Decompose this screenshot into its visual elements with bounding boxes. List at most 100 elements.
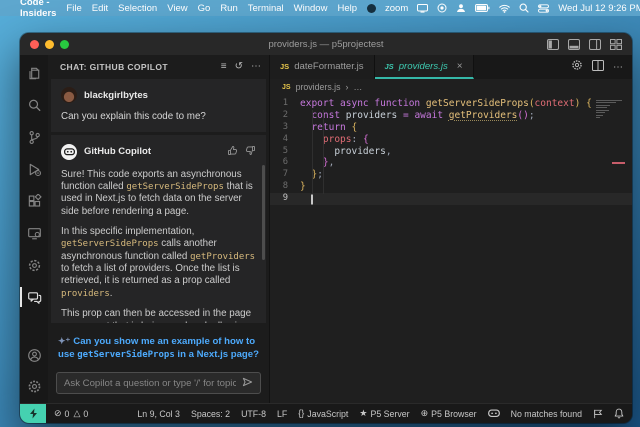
tab-label: dateFormatter.js <box>294 61 363 72</box>
menu-item[interactable]: Go <box>198 3 211 14</box>
code-line: 6 }, <box>270 157 632 169</box>
chat-history-icon[interactable]: ↺ <box>235 62 243 72</box>
search-icon[interactable] <box>22 94 46 116</box>
customize-layout-icon[interactable] <box>610 39 622 50</box>
chat-paragraph: In this specific implementation, getServ… <box>61 226 256 300</box>
breadcrumb-separator: › <box>346 82 349 92</box>
copilot-paragraphs: Sure! This code exports an asynchronous … <box>61 169 256 326</box>
chat-paragraph: Sure! This code exports an asynchronous … <box>61 169 256 218</box>
breadcrumb-symbol[interactable]: … <box>353 82 362 92</box>
code-line: 3 return { <box>270 122 632 134</box>
clear-chat-icon[interactable]: ≡ <box>221 62 227 72</box>
chat-input-box[interactable] <box>56 372 261 394</box>
chat-panel-header: CHAT: GITHUB COPILOT ≡ ↺ ⋯ <box>48 55 269 79</box>
run-debug-icon[interactable] <box>22 158 46 180</box>
followup-suggestion[interactable]: ✦⁺Can you show me an example of how to u… <box>48 326 269 368</box>
spotlight-search-icon[interactable] <box>519 3 529 13</box>
account-icon[interactable] <box>22 344 46 366</box>
menu-item[interactable]: Run <box>220 3 237 14</box>
menu-item[interactable]: Edit <box>92 3 108 14</box>
thumbs-up-icon[interactable] <box>227 143 238 161</box>
editor-more-actions-icon[interactable]: ⋯ <box>613 62 623 73</box>
error-count: 0 <box>65 409 70 419</box>
fast-user-switch-icon[interactable] <box>456 3 466 13</box>
feedback-icon[interactable] <box>593 409 603 419</box>
close-window-button[interactable] <box>30 40 39 49</box>
problems-errors[interactable]: ⊘ 0 <box>54 409 69 419</box>
thumbs-down-icon[interactable] <box>245 143 256 161</box>
line-number: 8 <box>270 181 300 193</box>
braces-icon: {} <box>298 409 304 418</box>
send-icon[interactable] <box>242 374 253 392</box>
tab-dateformatter[interactable]: JS dateFormatter.js <box>270 55 375 79</box>
chat-sidebar: CHAT: GITHUB COPILOT ≡ ↺ ⋯ blackgirlbyte… <box>48 55 270 403</box>
remote-indicator[interactable] <box>20 404 46 423</box>
menu-item[interactable]: File <box>66 3 81 14</box>
close-tab-icon[interactable]: × <box>457 61 463 72</box>
suggestion-text[interactable]: Can you show me an example of how to use… <box>58 336 259 360</box>
menu-item[interactable]: View <box>167 3 187 14</box>
globe-icon: ⊕ <box>421 409 429 418</box>
copilot-message-card: GitHub Copilot Sure! This code exports a… <box>51 135 266 326</box>
zoom-window-button[interactable] <box>60 40 69 49</box>
menu-item[interactable]: Terminal <box>248 3 284 14</box>
warning-icon: △ <box>73 409 80 418</box>
toggle-primary-sidebar-icon[interactable] <box>547 39 559 50</box>
title-bar[interactable]: providers.js — p5projectest <box>20 33 632 55</box>
p5-server-button[interactable]: ★ P5 Server <box>359 409 409 419</box>
toggle-secondary-sidebar-icon[interactable] <box>589 39 601 50</box>
zoom-menu-item[interactable]: zoom <box>385 3 408 14</box>
chat-icon[interactable] <box>22 286 46 308</box>
star-icon: ★ <box>359 409 367 418</box>
problems-warnings[interactable]: △ 0 <box>73 409 88 419</box>
activity-bar <box>20 55 48 403</box>
editor-gear-icon[interactable] <box>571 58 583 76</box>
copilot-extension-icon[interactable] <box>22 254 46 276</box>
indentation[interactable]: Spaces: 2 <box>191 409 230 419</box>
copilot-status-icon[interactable] <box>488 409 500 418</box>
minimize-window-button[interactable] <box>45 40 54 49</box>
code-line: 8} <box>270 181 632 193</box>
menu-app-name[interactable]: Code - Insiders <box>20 0 56 19</box>
live-preview-icon[interactable] <box>22 222 46 244</box>
settings-gear-icon[interactable] <box>22 375 46 397</box>
record-icon[interactable] <box>437 3 447 13</box>
editor-group: JS dateFormatter.js JS providers.js × <box>270 55 632 403</box>
code-editor[interactable]: 1export async function getServerSideProp… <box>270 95 632 403</box>
display-icon[interactable] <box>417 4 428 13</box>
split-editor-icon[interactable] <box>592 58 604 76</box>
line-number: 9 <box>270 193 300 205</box>
cursor-position[interactable]: Ln 9, Col 3 <box>137 409 180 419</box>
text-cursor <box>311 195 313 205</box>
chat-scrollbar[interactable] <box>262 165 265 260</box>
menu-item[interactable]: Help <box>337 3 357 14</box>
status-app-icon[interactable] <box>367 4 376 13</box>
chat-input[interactable] <box>64 378 236 389</box>
menu-item[interactable]: Selection <box>118 3 157 14</box>
breadcrumb[interactable]: JS providers.js › … <box>270 79 632 95</box>
control-center-icon[interactable] <box>538 4 549 13</box>
source-control-icon[interactable] <box>22 126 46 148</box>
chat-paragraph: This prop can then be accessed in the pa… <box>61 308 256 326</box>
battery-icon[interactable] <box>475 4 490 12</box>
language-mode[interactable]: {} JavaScript <box>298 409 348 419</box>
chat-more-actions-icon[interactable]: ⋯ <box>251 62 261 72</box>
line-number: 2 <box>270 110 300 122</box>
minimap[interactable] <box>596 98 628 118</box>
window-title: providers.js — p5projectest <box>20 39 632 50</box>
notifications-bell-icon[interactable] <box>614 408 624 419</box>
explorer-icon[interactable] <box>22 62 46 84</box>
breadcrumb-file[interactable]: providers.js <box>296 82 341 92</box>
extensions-icon[interactable] <box>22 190 46 212</box>
p5-browser-button[interactable]: ⊕ P5 Browser <box>421 409 477 419</box>
menu-item[interactable]: Window <box>294 3 328 14</box>
wifi-icon[interactable] <box>499 4 510 13</box>
menu-clock[interactable]: Wed Jul 12 9:26 PM <box>558 3 640 14</box>
toggle-panel-icon[interactable] <box>568 39 580 50</box>
line-number: 1 <box>270 98 300 110</box>
eol-sequence[interactable]: LF <box>277 409 287 419</box>
screen: Code - Insiders File Edit Selection View Go R… <box>0 0 640 427</box>
encoding[interactable]: UTF-8 <box>241 409 266 419</box>
error-icon: ⊘ <box>54 409 62 418</box>
tab-providers[interactable]: JS providers.js × <box>375 55 474 79</box>
